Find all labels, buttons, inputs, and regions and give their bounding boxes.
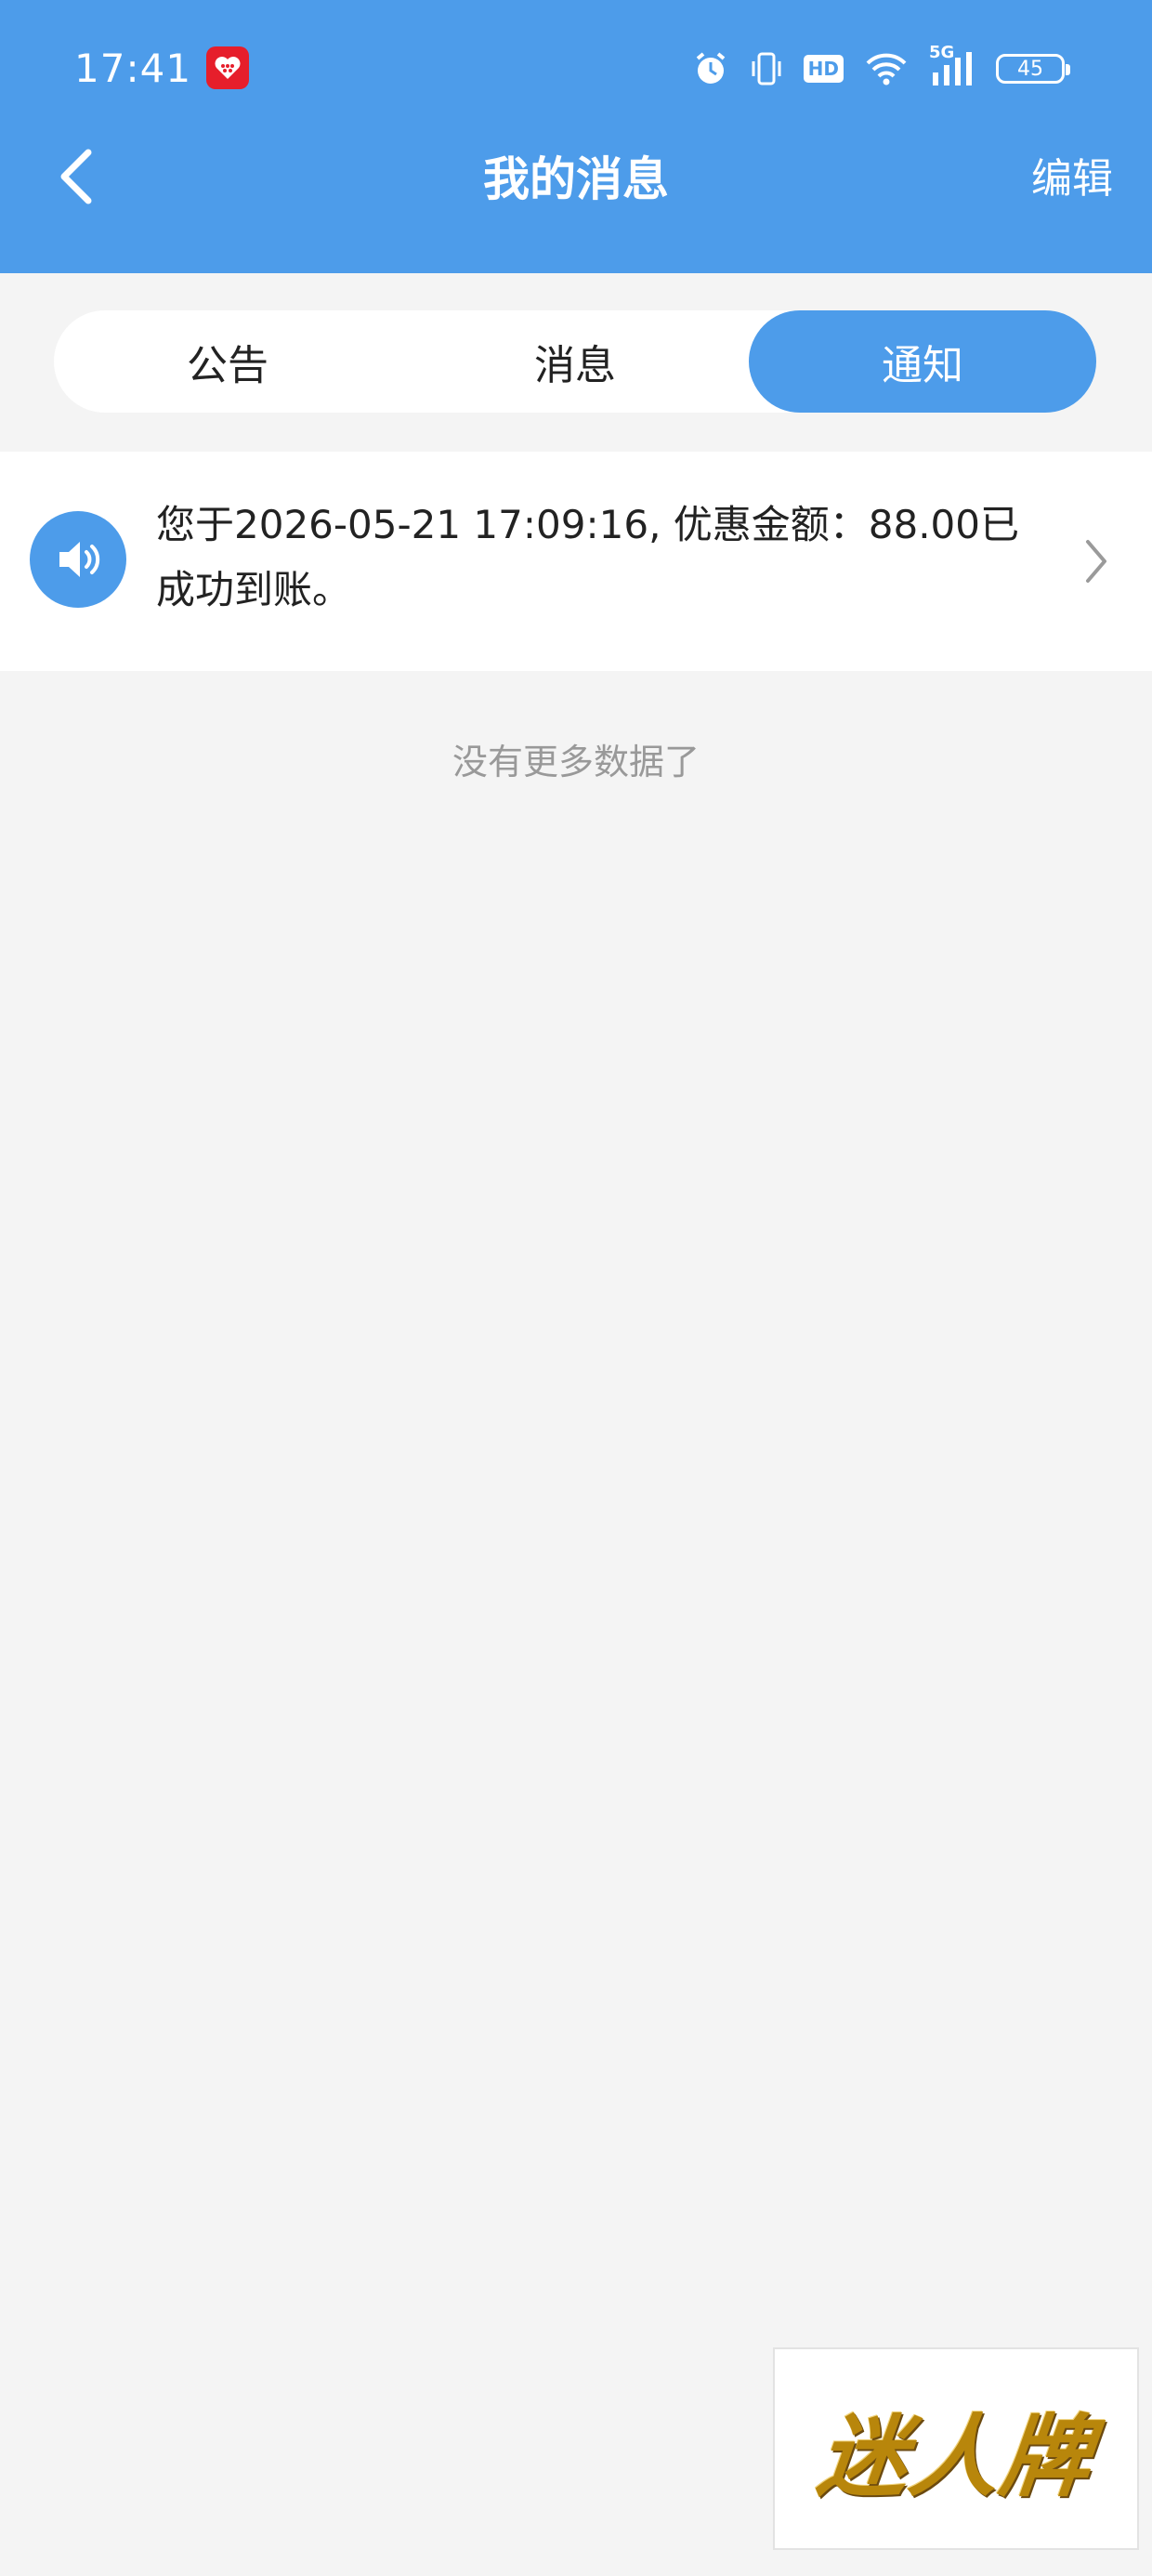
cellular-signal-icon: 5G — [929, 45, 975, 87]
page-title: 我的消息 — [483, 152, 669, 206]
notification-text: 您于2026-05-21 17:09:16, 优惠金额：88.00已成功到账。 — [156, 502, 1020, 612]
hd-voice-icon: HD — [803, 55, 844, 83]
tab-messages[interactable]: 消息 — [401, 310, 749, 413]
speaker-icon — [30, 511, 126, 608]
wifi-icon — [864, 50, 909, 87]
battery-indicator: 45 — [996, 54, 1070, 84]
vibrate-icon — [750, 50, 783, 87]
tab-bar: 公告 消息 通知 — [54, 310, 1096, 413]
battery-level: 45 — [1017, 57, 1043, 81]
status-icons: HD 5G 45 — [692, 45, 1070, 93]
no-more-data-text: 没有更多数据了 — [452, 742, 700, 782]
chevron-right-icon — [1078, 535, 1115, 587]
status-time: 17:41 — [74, 46, 192, 91]
notification-item[interactable]: 您于2026-05-21 17:09:16, 优惠金额：88.00已成功到账。 — [0, 452, 1152, 671]
tab-announcements[interactable]: 公告 — [54, 310, 401, 413]
edit-button[interactable]: 编辑 — [1031, 147, 1113, 212]
brand-logo-text: 迷人牌 — [813, 2403, 1098, 2509]
app-notification-icon — [206, 46, 249, 89]
tab-notifications[interactable]: 通知 — [749, 310, 1096, 413]
header-bar: 17:41 HD 5G 45 我的消息 编辑 — [0, 0, 1152, 273]
network-type-label: 5G — [929, 43, 955, 62]
brand-logo-badge[interactable]: 迷人牌 — [773, 2347, 1139, 2550]
alarm-icon — [692, 50, 729, 87]
